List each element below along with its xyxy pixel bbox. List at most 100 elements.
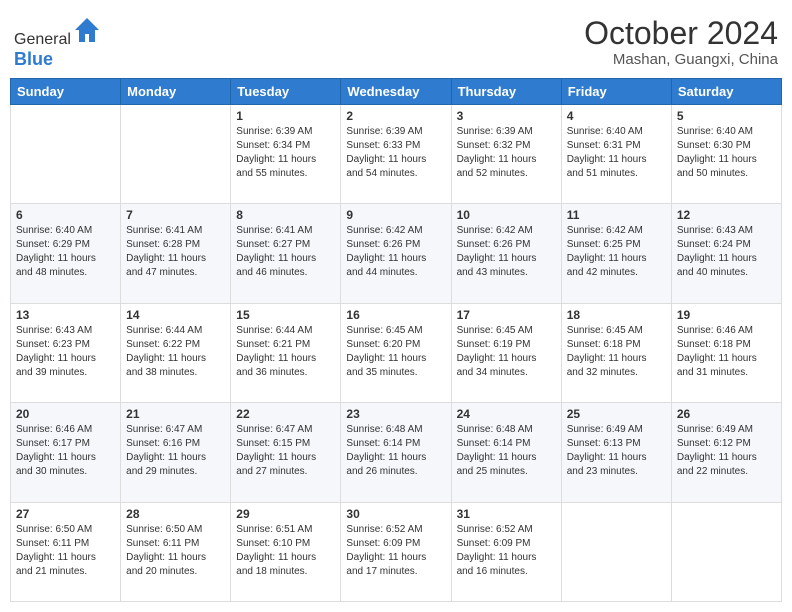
- calendar-cell: 3 Sunrise: 6:39 AMSunset: 6:32 PMDaylight…: [451, 105, 561, 204]
- calendar-cell: 5 Sunrise: 6:40 AMSunset: 6:30 PMDaylight…: [671, 105, 781, 204]
- calendar-cell: [121, 105, 231, 204]
- calendar-cell: [561, 502, 671, 601]
- calendar-cell: 6Sunrise: 6:40 AMSunset: 6:29 PMDaylight…: [11, 204, 121, 303]
- calendar-cell: 25 Sunrise: 6:49 AMSunset: 6:13 PMDayligh…: [561, 403, 671, 502]
- calendar-row-4: 20 Sunrise: 6:46 AMSunset: 6:17 PMDayligh…: [11, 403, 782, 502]
- day-number: 13: [16, 308, 115, 322]
- calendar-cell: 28 Sunrise: 6:50 AMSunset: 6:11 PMDayligh…: [121, 502, 231, 601]
- day-number: 28: [126, 507, 225, 521]
- day-info: Sunrise: 6:45 AMSunset: 6:19 PMDaylight:…: [457, 324, 556, 380]
- col-header-friday: Friday: [561, 79, 671, 105]
- col-header-monday: Monday: [121, 79, 231, 105]
- calendar-cell: 23 Sunrise: 6:48 AMSunset: 6:14 PMDayligh…: [341, 403, 451, 502]
- page: General Blue October 2024 Mashan, Guangx…: [0, 0, 792, 612]
- day-number: 8: [236, 208, 335, 222]
- calendar-cell: 30Sunrise: 6:52 AMSunset: 6:09 PMDayligh…: [341, 502, 451, 601]
- calendar-cell: 1 Sunrise: 6:39 AMSunset: 6:34 PMDaylight…: [231, 105, 341, 204]
- header: General Blue October 2024 Mashan, Guangx…: [10, 10, 782, 78]
- day-number: 27: [16, 507, 115, 521]
- calendar-cell: 27 Sunrise: 6:50 AMSunset: 6:11 PMDayligh…: [11, 502, 121, 601]
- logo-text-line1: General: [14, 16, 101, 49]
- day-number: 21: [126, 407, 225, 421]
- col-header-sunday: Sunday: [11, 79, 121, 105]
- day-info: Sunrise: 6:50 AMSunset: 6:11 PMDaylight:…: [126, 523, 225, 579]
- day-number: 3: [457, 109, 556, 123]
- calendar-cell: 15Sunrise: 6:44 AMSunset: 6:21 PMDayligh…: [231, 303, 341, 402]
- day-info: Sunrise: 6:51 AMSunset: 6:10 PMDaylight:…: [236, 523, 335, 579]
- calendar-cell: 29Sunrise: 6:51 AMSunset: 6:10 PMDayligh…: [231, 502, 341, 601]
- day-info: Sunrise: 6:40 AMSunset: 6:31 PMDaylight:…: [567, 125, 666, 181]
- day-number: 24: [457, 407, 556, 421]
- day-info: Sunrise: 6:39 AMSunset: 6:32 PMDaylight:…: [457, 125, 556, 181]
- day-info: Sunrise: 6:46 AMSunset: 6:18 PMDaylight:…: [677, 324, 776, 380]
- month-title: October 2024: [584, 16, 778, 51]
- calendar-cell: 9 Sunrise: 6:42 AMSunset: 6:26 PMDaylight…: [341, 204, 451, 303]
- day-info: Sunrise: 6:40 AMSunset: 6:29 PMDaylight:…: [16, 224, 115, 280]
- day-info: Sunrise: 6:44 AMSunset: 6:21 PMDaylight:…: [236, 324, 335, 380]
- calendar-cell: 18Sunrise: 6:45 AMSunset: 6:18 PMDayligh…: [561, 303, 671, 402]
- day-info: Sunrise: 6:39 AMSunset: 6:33 PMDaylight:…: [346, 125, 445, 181]
- calendar-row-5: 27 Sunrise: 6:50 AMSunset: 6:11 PMDayligh…: [11, 502, 782, 601]
- calendar-header-row: SundayMondayTuesdayWednesdayThursdayFrid…: [11, 79, 782, 105]
- day-info: Sunrise: 6:50 AMSunset: 6:11 PMDaylight:…: [16, 523, 115, 579]
- day-info: Sunrise: 6:48 AMSunset: 6:14 PMDaylight:…: [457, 423, 556, 479]
- day-info: Sunrise: 6:40 AMSunset: 6:30 PMDaylight:…: [677, 125, 776, 181]
- calendar-cell: 19 Sunrise: 6:46 AMSunset: 6:18 PMDayligh…: [671, 303, 781, 402]
- day-number: 20: [16, 407, 115, 421]
- title-block: October 2024 Mashan, Guangxi, China: [584, 16, 778, 68]
- logo: General Blue: [14, 16, 101, 70]
- calendar-cell: [671, 502, 781, 601]
- calendar-cell: 17 Sunrise: 6:45 AMSunset: 6:19 PMDayligh…: [451, 303, 561, 402]
- day-number: 31: [457, 507, 556, 521]
- day-info: Sunrise: 6:39 AMSunset: 6:34 PMDaylight:…: [236, 125, 335, 181]
- day-info: Sunrise: 6:46 AMSunset: 6:17 PMDaylight:…: [16, 423, 115, 479]
- calendar-cell: 16 Sunrise: 6:45 AMSunset: 6:20 PMDayligh…: [341, 303, 451, 402]
- calendar-cell: [11, 105, 121, 204]
- location-title: Mashan, Guangxi, China: [584, 51, 778, 68]
- day-number: 10: [457, 208, 556, 222]
- day-info: Sunrise: 6:47 AMSunset: 6:15 PMDaylight:…: [236, 423, 335, 479]
- day-info: Sunrise: 6:48 AMSunset: 6:14 PMDaylight:…: [346, 423, 445, 479]
- logo-blue: Blue: [14, 49, 53, 69]
- day-info: Sunrise: 6:41 AMSunset: 6:28 PMDaylight:…: [126, 224, 225, 280]
- day-info: Sunrise: 6:49 AMSunset: 6:13 PMDaylight:…: [567, 423, 666, 479]
- col-header-wednesday: Wednesday: [341, 79, 451, 105]
- day-number: 16: [346, 308, 445, 322]
- day-number: 5: [677, 109, 776, 123]
- calendar-cell: 20 Sunrise: 6:46 AMSunset: 6:17 PMDayligh…: [11, 403, 121, 502]
- day-number: 23: [346, 407, 445, 421]
- calendar-cell: 24 Sunrise: 6:48 AMSunset: 6:14 PMDayligh…: [451, 403, 561, 502]
- day-info: Sunrise: 6:45 AMSunset: 6:20 PMDaylight:…: [346, 324, 445, 380]
- day-info: Sunrise: 6:42 AMSunset: 6:26 PMDaylight:…: [457, 224, 556, 280]
- day-number: 19: [677, 308, 776, 322]
- day-number: 2: [346, 109, 445, 123]
- day-info: Sunrise: 6:45 AMSunset: 6:18 PMDaylight:…: [567, 324, 666, 380]
- day-info: Sunrise: 6:52 AMSunset: 6:09 PMDaylight:…: [346, 523, 445, 579]
- day-info: Sunrise: 6:43 AMSunset: 6:23 PMDaylight:…: [16, 324, 115, 380]
- calendar-cell: 12Sunrise: 6:43 AMSunset: 6:24 PMDayligh…: [671, 204, 781, 303]
- day-number: 1: [236, 109, 335, 123]
- day-number: 11: [567, 208, 666, 222]
- day-info: Sunrise: 6:44 AMSunset: 6:22 PMDaylight:…: [126, 324, 225, 380]
- col-header-tuesday: Tuesday: [231, 79, 341, 105]
- day-number: 17: [457, 308, 556, 322]
- day-info: Sunrise: 6:42 AMSunset: 6:26 PMDaylight:…: [346, 224, 445, 280]
- calendar-cell: 11 Sunrise: 6:42 AMSunset: 6:25 PMDayligh…: [561, 204, 671, 303]
- col-header-thursday: Thursday: [451, 79, 561, 105]
- calendar-cell: 26Sunrise: 6:49 AMSunset: 6:12 PMDayligh…: [671, 403, 781, 502]
- day-info: Sunrise: 6:41 AMSunset: 6:27 PMDaylight:…: [236, 224, 335, 280]
- calendar-row-3: 13 Sunrise: 6:43 AMSunset: 6:23 PMDayligh…: [11, 303, 782, 402]
- day-number: 22: [236, 407, 335, 421]
- day-number: 25: [567, 407, 666, 421]
- day-number: 9: [346, 208, 445, 222]
- logo-general: General: [14, 31, 71, 48]
- col-header-saturday: Saturday: [671, 79, 781, 105]
- calendar-table: SundayMondayTuesdayWednesdayThursdayFrid…: [10, 78, 782, 602]
- calendar-cell: 7 Sunrise: 6:41 AMSunset: 6:28 PMDaylight…: [121, 204, 231, 303]
- calendar-cell: 8 Sunrise: 6:41 AMSunset: 6:27 PMDaylight…: [231, 204, 341, 303]
- day-number: 7: [126, 208, 225, 222]
- day-number: 4: [567, 109, 666, 123]
- day-info: Sunrise: 6:42 AMSunset: 6:25 PMDaylight:…: [567, 224, 666, 280]
- calendar-cell: 31Sunrise: 6:52 AMSunset: 6:09 PMDayligh…: [451, 502, 561, 601]
- day-number: 14: [126, 308, 225, 322]
